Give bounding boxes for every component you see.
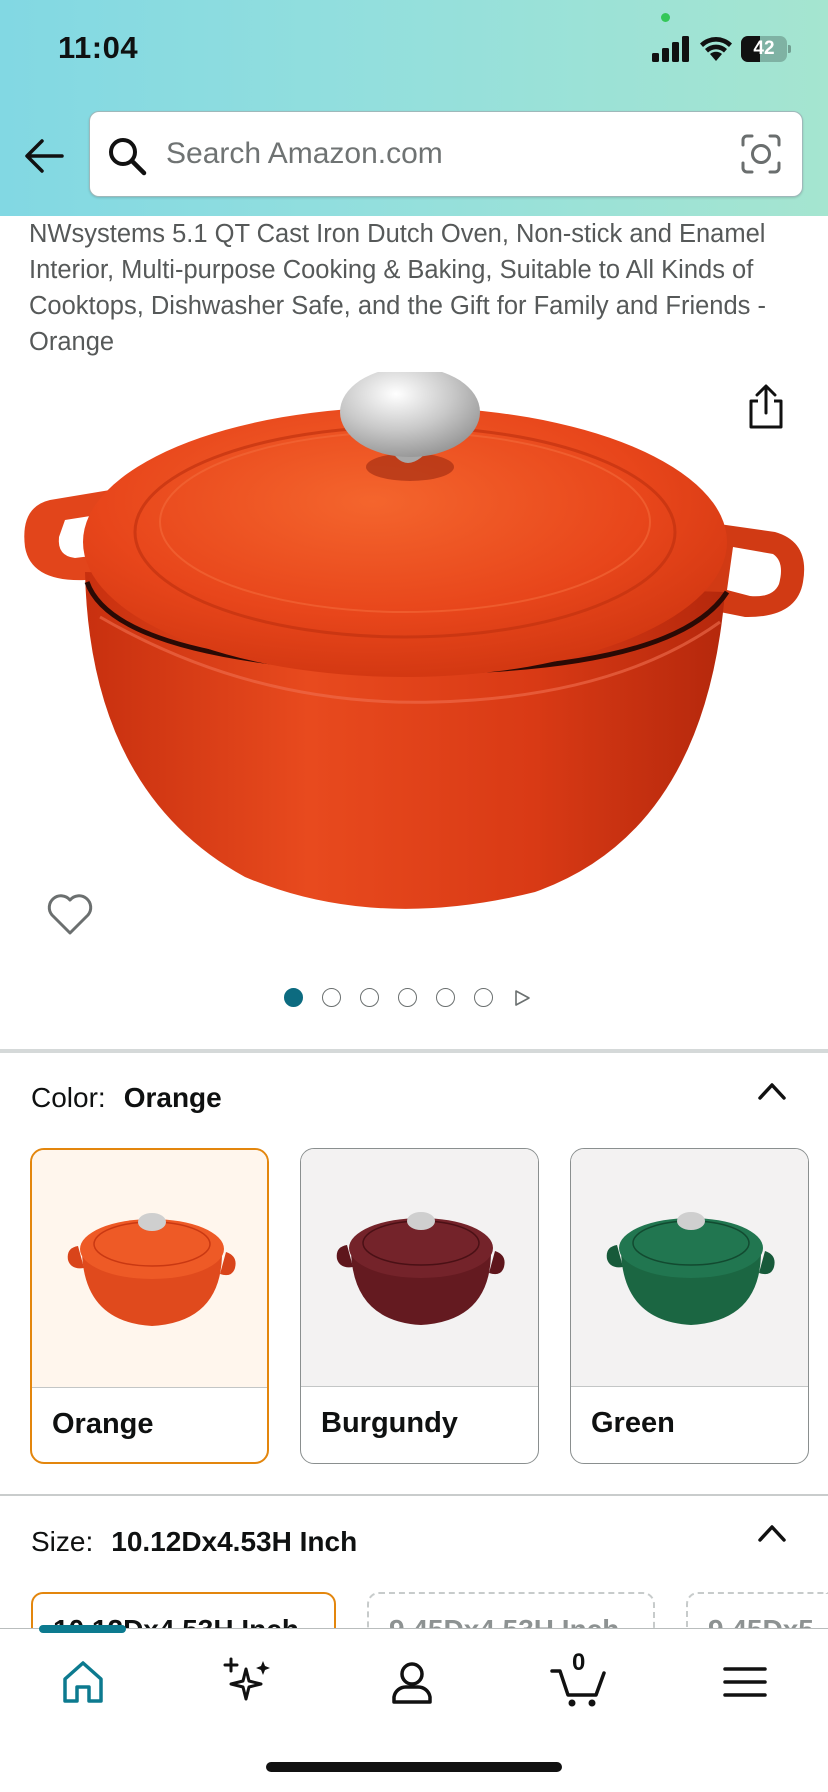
color-swatch-orange[interactable]: Orange: [30, 1148, 269, 1464]
size-option-label: Size: 10.12Dx4.53H Inch: [31, 1526, 357, 1558]
swatch-label: Burgundy: [321, 1407, 458, 1439]
share-icon[interactable]: [746, 383, 786, 431]
color-swatch-burgundy[interactable]: Burgundy: [300, 1148, 539, 1464]
nav-account-button[interactable]: [380, 1651, 444, 1711]
color-swatch-green[interactable]: Green: [570, 1148, 809, 1464]
carousel-dot[interactable]: [398, 988, 417, 1007]
dutch-oven-orange-thumbnail: [67, 1213, 236, 1326]
search-input[interactable]: [166, 112, 706, 196]
chevron-up-icon[interactable]: [756, 1080, 788, 1102]
swatch-image: [32, 1150, 267, 1388]
status-time: 11:04: [58, 30, 139, 65]
nav-cart-button[interactable]: 0: [548, 1649, 612, 1711]
back-arrow-button[interactable]: [22, 134, 66, 178]
ai-sparkle-icon: [223, 1657, 270, 1701]
color-option-label: Color: Orange: [31, 1082, 222, 1114]
play-video-icon[interactable]: [513, 989, 531, 1007]
dutch-oven-burgundy-thumbnail: [336, 1212, 505, 1325]
swatch-image: [571, 1149, 808, 1387]
carousel-dot[interactable]: [436, 988, 455, 1007]
home-indicator[interactable]: [266, 1762, 562, 1772]
size-label: Size:: [31, 1526, 94, 1557]
section-divider: [0, 1494, 828, 1496]
chevron-up-icon[interactable]: [756, 1522, 788, 1544]
carousel-dot[interactable]: [360, 988, 379, 1007]
privacy-indicator-dot: [661, 13, 670, 22]
carousel-dot[interactable]: [284, 988, 303, 1007]
camera-lens-icon[interactable]: [740, 133, 782, 175]
swatch-label: Green: [591, 1407, 675, 1439]
product-title[interactable]: NWsystems 5.1 QT Cast Iron Dutch Oven, N…: [29, 216, 809, 360]
top-header: 11:04 42: [0, 0, 828, 216]
section-divider: [0, 1049, 828, 1053]
wifi-icon: [700, 37, 732, 61]
nav-home-button[interactable]: [51, 1651, 115, 1711]
cellular-signal-icon: [652, 36, 689, 62]
dutch-oven-green-thumbnail: [606, 1212, 775, 1325]
product-image[interactable]: [15, 372, 815, 942]
search-bar[interactable]: [89, 111, 803, 197]
active-tab-indicator: [39, 1625, 126, 1633]
swatch-label: Orange: [52, 1408, 154, 1440]
swatch-image: [301, 1149, 538, 1387]
heart-icon[interactable]: [46, 892, 94, 936]
carousel-dot[interactable]: [474, 988, 493, 1007]
home-icon: [63, 1661, 103, 1703]
cart-count-badge: 0: [572, 1649, 586, 1676]
color-label: Color:: [31, 1082, 106, 1113]
search-icon: [109, 138, 147, 176]
nav-menu-button[interactable]: [713, 1651, 777, 1711]
carousel-dot[interactable]: [322, 988, 341, 1007]
battery-level-text: 42: [753, 38, 775, 59]
size-selected-value: 10.12Dx4.53H Inch: [111, 1526, 358, 1557]
menu-icon: [723, 1667, 767, 1697]
account-icon: [392, 1662, 432, 1704]
color-selected-value: Orange: [123, 1082, 222, 1113]
nav-rufus-button[interactable]: [216, 1651, 280, 1711]
battery-icon: 42: [741, 36, 791, 62]
